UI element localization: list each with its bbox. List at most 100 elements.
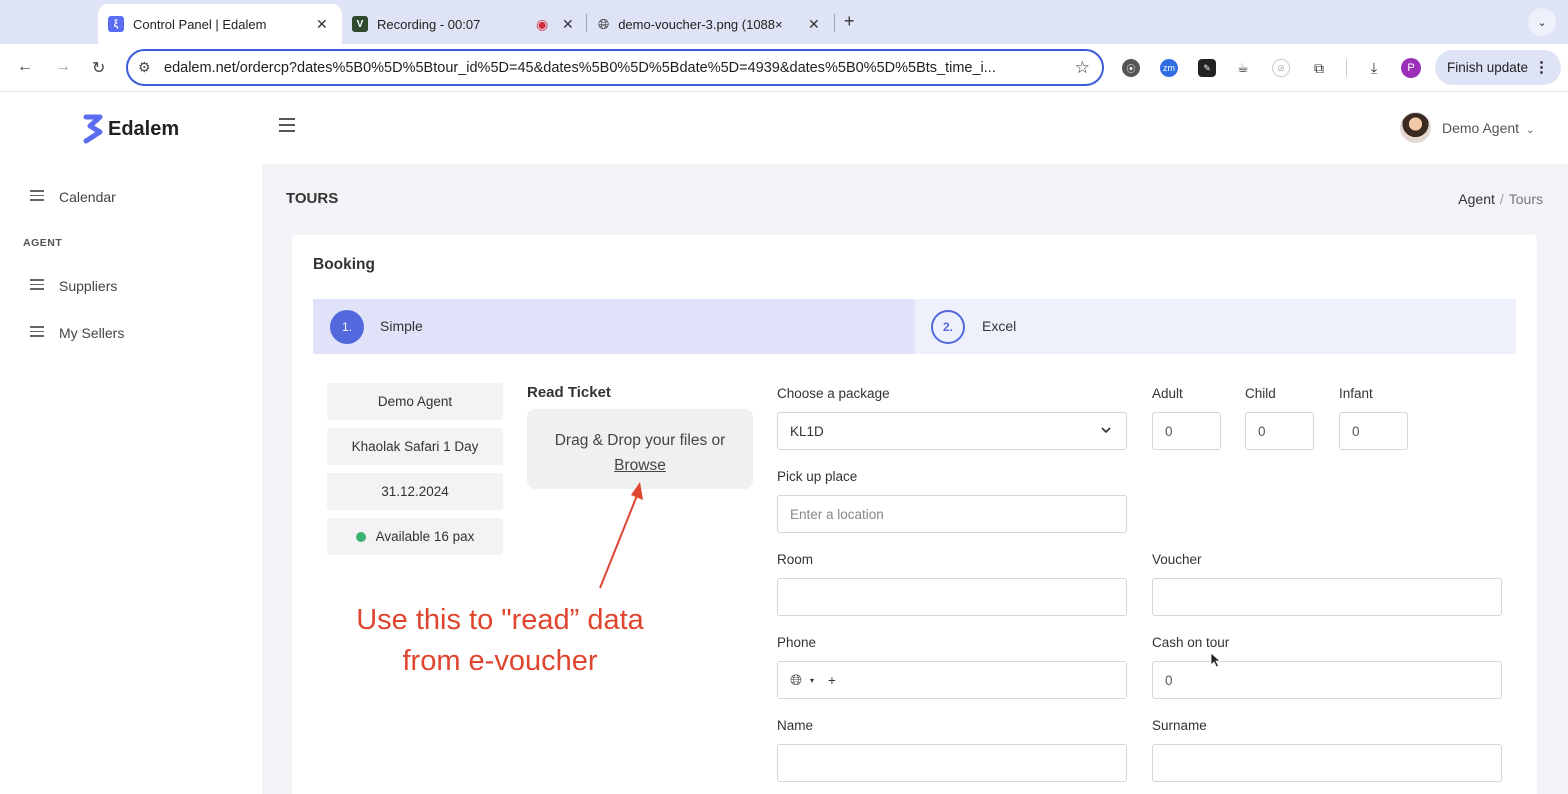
tab-control-panel[interactable]: ξ Control Panel | Edalem ✕ xyxy=(98,4,342,44)
package-value: KL1D xyxy=(790,423,824,439)
brand-logo[interactable]: Edalem xyxy=(82,113,179,145)
booking-steps: 1. Simple 2. Excel xyxy=(313,299,1516,354)
extension-1-icon[interactable]: ⦿ xyxy=(1122,59,1140,77)
cash-input[interactable]: 0 xyxy=(1152,661,1502,699)
status-dot-icon xyxy=(355,531,366,542)
cash-label: Cash on tour xyxy=(1152,635,1230,650)
step-excel[interactable]: 2. Excel xyxy=(915,299,1516,354)
list-icon xyxy=(30,279,44,293)
list-icon xyxy=(30,326,44,340)
name-input[interactable] xyxy=(777,744,1127,782)
breadcrumb-tours: Tours xyxy=(1508,191,1543,207)
child-label: Child xyxy=(1245,386,1276,401)
globe-icon: 🌐︎ xyxy=(598,15,610,32)
step-label: Simple xyxy=(380,318,423,334)
pickup-input[interactable]: Enter a location xyxy=(777,495,1127,533)
extension-4-icon[interactable]: ☕︎ xyxy=(1234,59,1252,77)
hamburger-menu-icon[interactable] xyxy=(279,118,295,136)
phone-label: Phone xyxy=(777,635,817,650)
read-ticket-title: Read Ticket xyxy=(527,384,611,401)
extension-5-icon[interactable]: ⊘ xyxy=(1272,59,1290,77)
chevron-down-icon xyxy=(1101,427,1111,434)
zoom-extension-icon[interactable]: zm xyxy=(1160,59,1178,77)
country-dropdown-icon[interactable]: ▾ xyxy=(810,676,814,685)
sidebar-item-label: Suppliers xyxy=(59,278,118,294)
sidebar-item-calendar[interactable]: Calendar xyxy=(30,189,116,205)
browser-toolbar: ← → ↻ ⚙︎ edalem.net/ordercp?dates%5B0%5D… xyxy=(0,44,1568,92)
edalem-logo-icon xyxy=(83,114,103,144)
user-menu[interactable]: Demo Agent ⌄ xyxy=(1442,120,1534,136)
tab-search-chevron-icon[interactable]: ⌄ xyxy=(1528,8,1556,36)
name-label: Name xyxy=(777,718,814,733)
step-label: Excel xyxy=(982,318,1017,334)
voucher-label: Voucher xyxy=(1152,552,1202,567)
infant-input[interactable]: 0 xyxy=(1339,412,1408,450)
browse-link[interactable]: Browse xyxy=(527,453,753,478)
chevron-down-icon: ⌄ xyxy=(1525,125,1535,136)
url-text: edalem.net/ordercp?dates%5B0%5D%5Btour_i… xyxy=(164,60,996,76)
finish-update-button[interactable]: Finish update ⋮ xyxy=(1435,50,1561,85)
kebab-menu-icon: ⋮ xyxy=(1534,59,1549,76)
new-tab-plus-icon[interactable]: + xyxy=(844,11,855,32)
info-tour: Khaolak Safari 1 Day xyxy=(327,428,503,465)
sidebar-item-my-sellers[interactable]: My Sellers xyxy=(30,325,124,341)
app-header: Edalem Demo Agent ⌄ xyxy=(0,92,1568,164)
child-input[interactable]: 0 xyxy=(1245,412,1314,450)
finish-update-label: Finish update xyxy=(1447,60,1529,75)
booking-card: Booking 1. Simple 2. Excel Demo Agent Kh… xyxy=(292,235,1537,794)
dropzone-text: Drag & Drop your files or xyxy=(554,432,726,449)
download-icon[interactable]: ⤓ xyxy=(1365,59,1383,77)
close-icon[interactable]: ✕ xyxy=(316,16,328,33)
info-date: 31.12.2024 xyxy=(327,473,503,510)
extensions-puzzle-icon[interactable]: ⧉ xyxy=(1310,59,1328,77)
package-select[interactable]: KL1D xyxy=(777,412,1127,450)
bookmark-star-icon[interactable]: ☆ xyxy=(1075,58,1090,78)
brand-name: Edalem xyxy=(108,117,180,140)
package-label: Choose a package xyxy=(777,386,890,401)
surname-input[interactable] xyxy=(1152,744,1502,782)
recording-favicon-icon: V xyxy=(352,16,368,32)
phone-prefix: + xyxy=(828,672,836,688)
browser-tab-bar: ξ Control Panel | Edalem ✕ V Recording -… xyxy=(0,0,1568,44)
room-input[interactable] xyxy=(777,578,1127,616)
adult-input[interactable]: 0 xyxy=(1152,412,1221,450)
info-availability: Available 16 pax xyxy=(327,518,503,555)
step-number: 1. xyxy=(330,310,364,344)
tab-divider xyxy=(586,14,587,32)
annotation-arrow-icon xyxy=(599,482,643,589)
toolbar-divider xyxy=(1346,59,1347,77)
sidebar-section-title: AGENT xyxy=(23,237,63,249)
breadcrumb: Agent / Tours xyxy=(1458,191,1543,207)
close-icon[interactable]: ✕ xyxy=(808,16,820,33)
user-avatar[interactable] xyxy=(1400,112,1431,143)
sidebar-item-suppliers[interactable]: Suppliers xyxy=(30,278,117,294)
sidebar-item-label: Calendar xyxy=(59,189,116,205)
tab-demo-voucher[interactable]: 🌐︎ demo-voucher-3.png (1088× ✕ xyxy=(598,4,834,44)
forward-arrow-icon[interactable]: → xyxy=(55,58,71,76)
back-arrow-icon[interactable]: ← xyxy=(17,58,33,76)
record-indicator-icon: ◉ xyxy=(536,15,549,32)
edalem-favicon-icon: ξ xyxy=(108,16,124,32)
voucher-input[interactable] xyxy=(1152,578,1502,616)
address-bar[interactable]: ⚙︎ edalem.net/ordercp?dates%5B0%5D%5Btou… xyxy=(126,49,1104,86)
extension-3-icon[interactable]: ✎ xyxy=(1198,59,1216,77)
breadcrumb-separator: / xyxy=(1499,191,1504,207)
phone-input[interactable]: 🌐︎ ▾ + xyxy=(777,661,1127,699)
adult-label: Adult xyxy=(1152,386,1183,401)
tab-recording[interactable]: V Recording - 00:07 ◉ ✕ xyxy=(352,4,580,44)
globe-icon[interactable]: 🌐︎ xyxy=(790,672,802,689)
annotation-text: Use this to "read” data from e-voucher xyxy=(320,600,680,682)
step-simple[interactable]: 1. Simple xyxy=(313,299,915,354)
list-icon xyxy=(30,190,44,204)
reload-icon[interactable]: ↻ xyxy=(92,58,105,78)
availability-text: Available 16 pax xyxy=(375,529,475,544)
close-icon[interactable]: ✕ xyxy=(562,16,574,33)
profile-avatar[interactable]: P xyxy=(1401,58,1421,78)
site-settings-icon[interactable]: ⚙︎ xyxy=(138,59,151,76)
pickup-label: Pick up place xyxy=(777,469,858,484)
tab-title: demo-voucher-3.png (1088× xyxy=(618,16,783,32)
booking-title: Booking xyxy=(313,256,375,273)
room-label: Room xyxy=(777,552,814,567)
breadcrumb-agent[interactable]: Agent xyxy=(1458,191,1495,207)
ticket-dropzone[interactable]: Drag & Drop your files or Browse xyxy=(527,409,753,489)
